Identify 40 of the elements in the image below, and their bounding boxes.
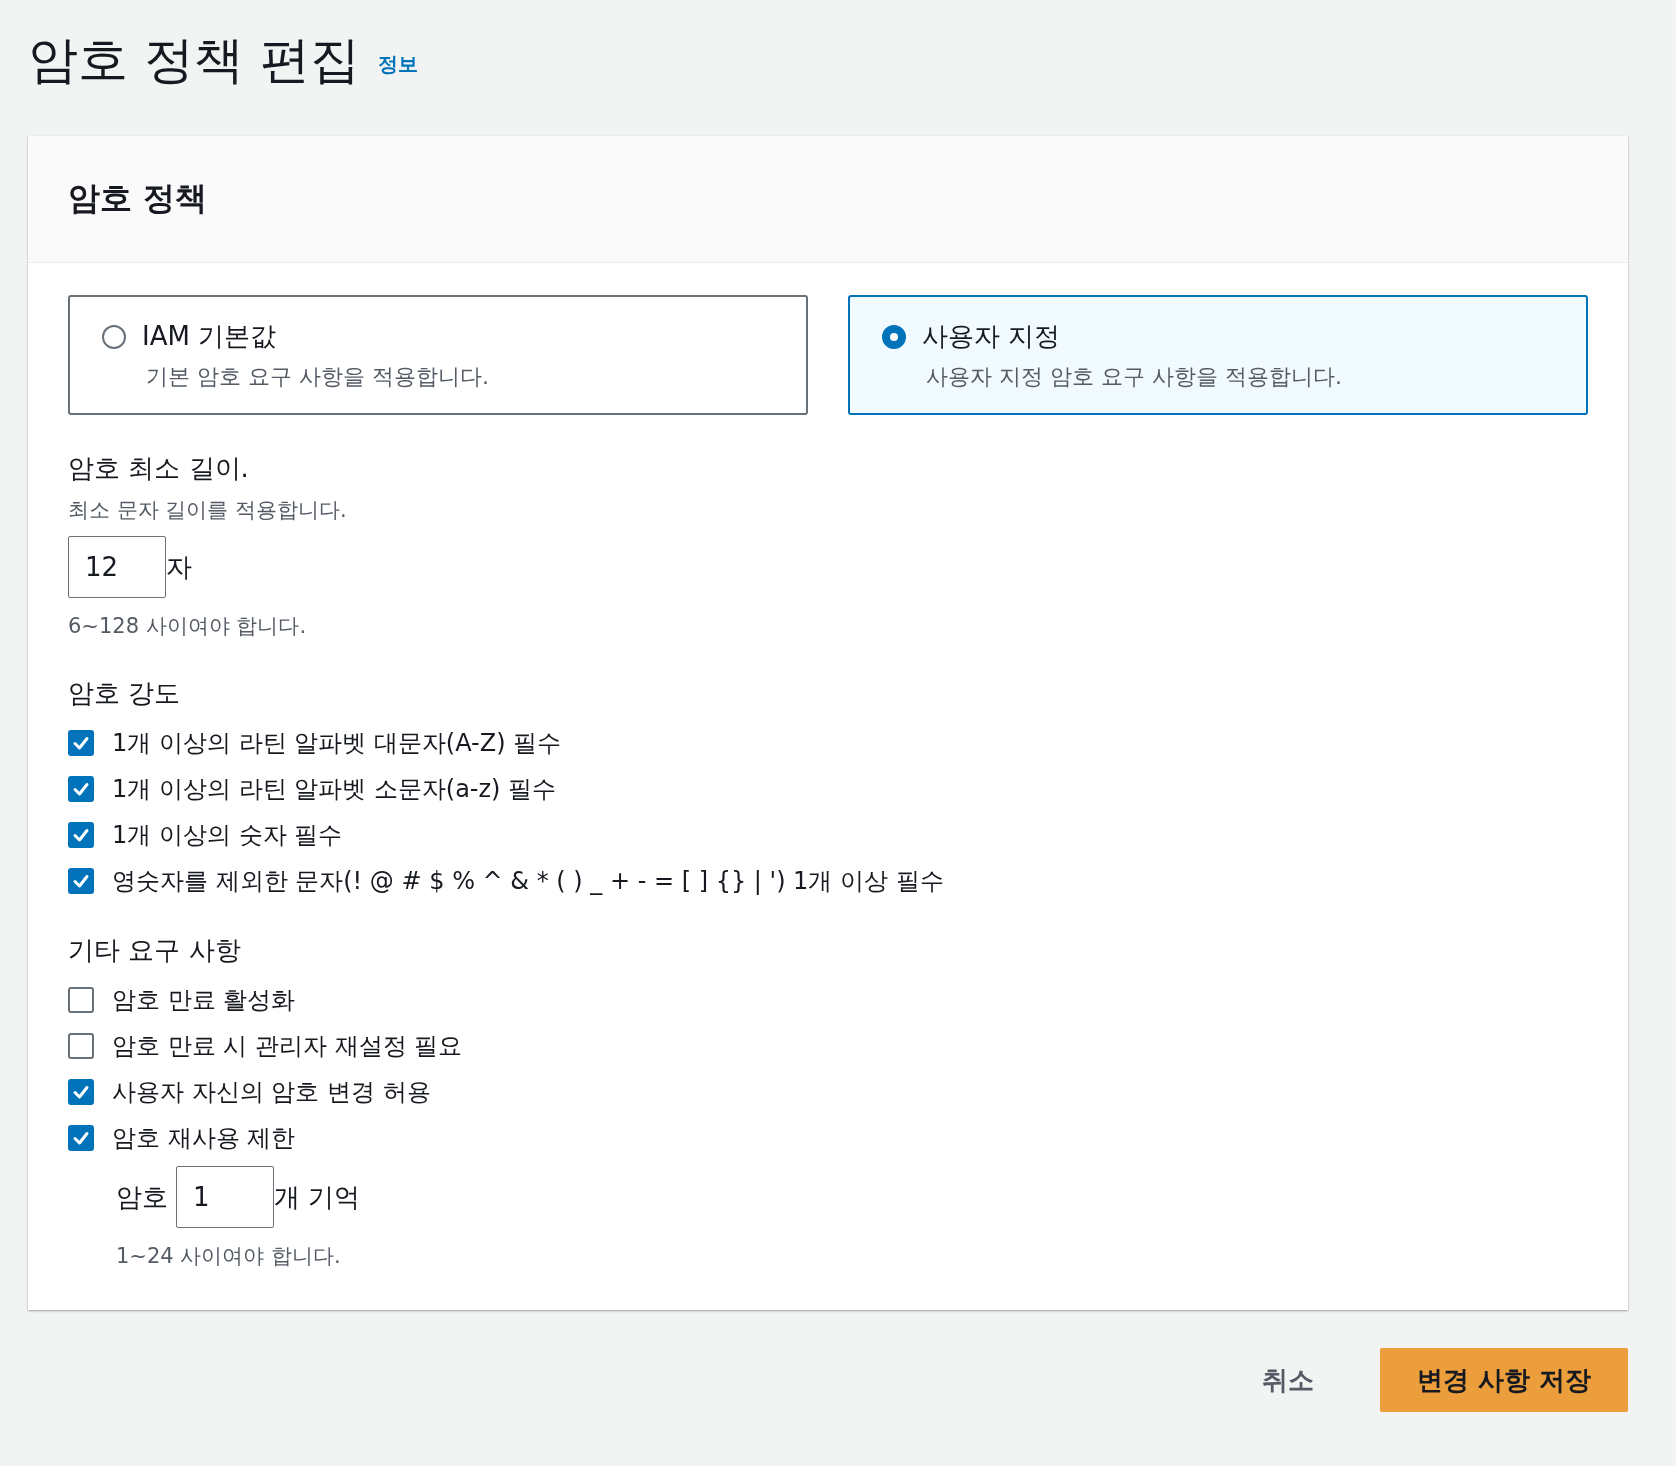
group-heading: 암호 강도: [68, 677, 182, 710]
constraint-hint: 1~24 사이여야 합니다.: [116, 1243, 342, 1270]
unit-label: 자: [166, 550, 192, 584]
option-description: 사용자 지정 암호 요구 사항을 적용합니다.: [926, 363, 1343, 391]
cancel-button[interactable]: 취소: [1256, 1352, 1320, 1408]
checkbox-label: 영숫자를 제외한 문자(! @ # $ % ^ & * ( ) _ + - = [ ] {} | ') 1개 이상 필수: [112, 866, 944, 897]
checkbox[interactable]: [68, 1079, 94, 1105]
save-button[interactable]: 변경 사항 저장: [1380, 1348, 1628, 1412]
checkbox[interactable]: [68, 822, 94, 848]
checkbox[interactable]: [68, 1033, 94, 1059]
checkbox-label: 1개 이상의 라틴 알파벳 소문자(a-z) 필수: [112, 774, 557, 805]
checkbox-label: 1개 이상의 숫자 필수: [112, 820, 343, 851]
checkbox[interactable]: [68, 730, 94, 756]
checkbox[interactable]: [68, 1125, 94, 1151]
panel-title: 암호 정책: [68, 178, 208, 219]
checkbox-label: 사용자 자신의 암호 변경 허용: [112, 1077, 431, 1108]
checkbox[interactable]: [68, 776, 94, 802]
reuse-count-input[interactable]: 1: [176, 1166, 274, 1228]
checkbox-label: 1개 이상의 라틴 알파벳 대문자(A-Z) 필수: [112, 728, 562, 759]
radio-card[interactable]: IAM 기본값 기본 암호 요구 사항을 적용합니다.: [68, 295, 808, 415]
page-title: 암호 정책 편집: [28, 30, 360, 91]
constraint-hint: 6~128 사이여야 합니다.: [68, 613, 308, 640]
radio-button[interactable]: [882, 324, 906, 349]
option-label: 사용자 지정: [922, 320, 1061, 353]
radio-button[interactable]: [102, 324, 126, 349]
radio-card[interactable]: 사용자 지정 사용자 지정 암호 요구 사항을 적용합니다.: [848, 295, 1588, 415]
checkbox[interactable]: [68, 868, 94, 894]
option-description: 기본 암호 요구 사항을 적용합니다.: [146, 363, 490, 391]
info-link[interactable]: 정보: [377, 51, 418, 78]
field-prefix: 암호: [116, 1180, 168, 1214]
field-description: 최소 문자 길이를 적용합니다.: [68, 497, 348, 524]
checkbox-label: 암호 재사용 제한: [112, 1123, 296, 1154]
checkbox[interactable]: [68, 987, 94, 1013]
field-label: 암호 최소 길이.: [68, 452, 250, 485]
length-input[interactable]: 12: [68, 536, 166, 598]
checkbox-label: 암호 만료 시 관리자 재설정 필요: [112, 1031, 463, 1062]
group-heading: 기타 요구 사항: [68, 934, 242, 967]
unit-label: 개 기억: [274, 1180, 361, 1214]
option-label: IAM 기본값: [142, 320, 277, 353]
checkbox-label: 암호 만료 활성화: [112, 985, 296, 1016]
